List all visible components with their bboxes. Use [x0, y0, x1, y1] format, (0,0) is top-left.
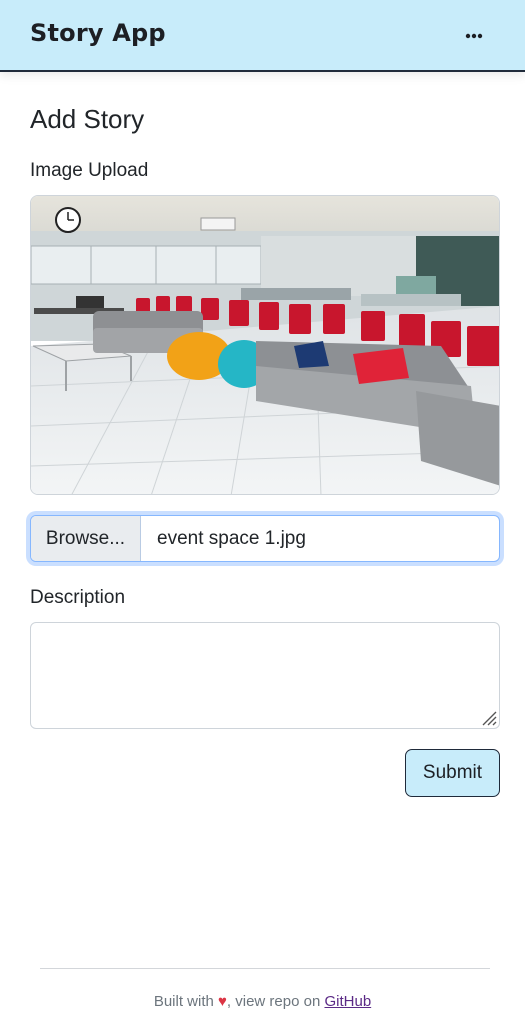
footer-divider	[40, 968, 490, 969]
footer-view-repo: , view repo on	[226, 993, 321, 1010]
heart-icon: ♥	[218, 993, 227, 1010]
submit-button[interactable]: Submit	[405, 749, 500, 797]
event-space-photo	[31, 196, 499, 494]
file-name: event space 1.jpg	[157, 527, 306, 549]
github-link[interactable]: GitHub	[324, 993, 371, 1010]
description-label: Description	[30, 587, 126, 608]
browse-button[interactable]: Browse...	[31, 516, 141, 561]
file-input[interactable]: Browse... event space 1.jpg	[30, 515, 500, 562]
app-brand[interactable]: Story App	[30, 19, 166, 47]
ellipsis-icon	[465, 33, 483, 39]
image-upload-label: Image Upload	[30, 160, 149, 181]
menu-button[interactable]	[456, 22, 492, 50]
resize-grip-icon[interactable]	[480, 709, 497, 726]
description-textarea[interactable]	[30, 622, 500, 729]
page-title: Add Story	[30, 104, 145, 134]
image-preview	[30, 195, 500, 495]
footer: Built with ♥, view repo on GitHub	[0, 993, 525, 1010]
footer-built-with: Built with	[153, 993, 214, 1010]
navbar: Story App	[0, 0, 525, 72]
